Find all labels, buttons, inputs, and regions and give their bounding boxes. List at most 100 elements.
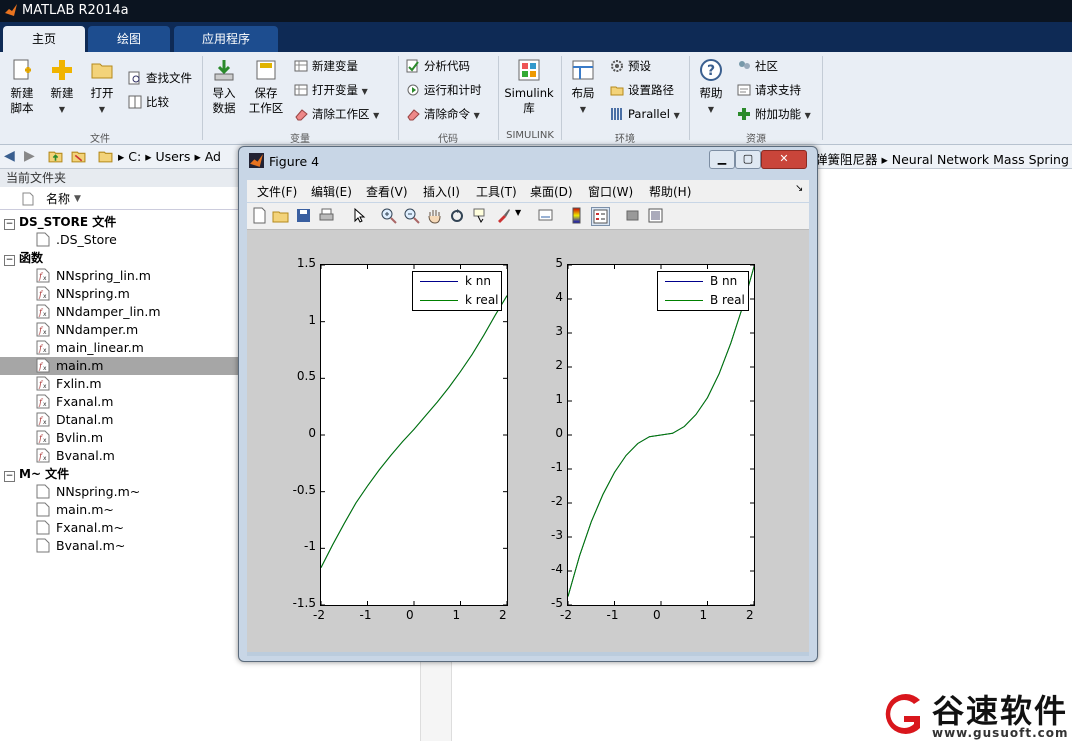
new-script-label-1: 新建 xyxy=(10,86,34,100)
simulink-library-button[interactable]: Simulink 库 xyxy=(502,58,556,116)
collapse-icon[interactable]: − xyxy=(4,219,15,230)
file-item[interactable]: .DS_Store xyxy=(36,231,238,249)
minimize-button[interactable]: ▁ xyxy=(709,150,735,169)
section-header[interactable]: − M~ 文件 xyxy=(4,465,69,483)
clear-workspace-button[interactable]: 清除工作区 ▼ xyxy=(294,105,379,123)
show-plot-tools-icon[interactable] xyxy=(647,207,664,224)
new-button[interactable]: 新建 ▼ xyxy=(46,58,78,117)
rotate-3d-icon[interactable] xyxy=(449,207,466,224)
run-and-time-button[interactable]: 运行和计时 xyxy=(406,81,482,99)
file-item[interactable]: f x Dtanal.m xyxy=(36,411,238,429)
set-path-button[interactable]: 设置路径 xyxy=(610,81,674,99)
file-item[interactable]: f x NNdamper_lin.m xyxy=(36,303,238,321)
analyze-code-button[interactable]: 分析代码 xyxy=(406,57,470,75)
file-item[interactable]: f x Bvlin.m xyxy=(36,429,238,447)
request-support-button[interactable]: 请求支持 xyxy=(737,81,801,99)
compare-button[interactable]: 比较 xyxy=(128,93,169,111)
browse-folder-icon[interactable] xyxy=(71,149,86,164)
import-data-button[interactable]: 导入 数据 xyxy=(208,58,240,116)
tab-apps[interactable]: 应用程序 xyxy=(174,26,278,52)
close-button[interactable]: ✕ xyxy=(761,150,807,169)
dock-arrow-icon[interactable]: ↘ xyxy=(795,183,803,194)
up-folder-icon[interactable] xyxy=(48,149,63,164)
data-cursor-icon[interactable] xyxy=(472,207,489,224)
menu-window[interactable]: 窗口(W) xyxy=(588,183,633,200)
pan-hand-icon[interactable] xyxy=(426,207,443,224)
file-name: Bvanal.m xyxy=(56,448,115,463)
legend-left[interactable]: k nn k real xyxy=(412,271,502,311)
breadcrumb-item[interactable]: Users xyxy=(155,149,190,164)
collapse-icon[interactable]: − xyxy=(4,471,15,482)
file-item[interactable]: f x NNspring.m xyxy=(36,285,238,303)
zoom-out-icon[interactable] xyxy=(403,207,420,224)
menu-view[interactable]: 查看(V) xyxy=(366,183,408,200)
file-item[interactable]: f x NNdamper.m xyxy=(36,321,238,339)
open-variable-button[interactable]: 打开变量 ▼ xyxy=(294,81,368,99)
new-variable-button[interactable]: 新建变量 xyxy=(294,57,358,75)
menu-desktop[interactable]: 桌面(D) xyxy=(530,183,573,200)
figure-title-bar[interactable]: Figure 4 ▁ ▢ ✕ xyxy=(239,147,817,175)
open-file-icon[interactable] xyxy=(272,207,289,224)
clear-commands-button[interactable]: 清除命令 ▼ xyxy=(406,105,480,123)
layout-button[interactable]: 布局 ▼ xyxy=(566,58,600,117)
brush-icon[interactable] xyxy=(495,207,512,224)
colorbar-icon[interactable] xyxy=(568,207,585,224)
legend-icon[interactable] xyxy=(591,207,610,226)
axes-left[interactable]: k nn k real xyxy=(320,264,508,606)
new-figure-icon[interactable] xyxy=(251,207,268,224)
function-file-icon: fx xyxy=(36,286,50,301)
svg-text:x: x xyxy=(43,311,47,318)
legend-right[interactable]: B nn B real xyxy=(657,271,749,311)
breadcrumb-item[interactable]: Ad xyxy=(205,149,221,164)
menu-insert[interactable]: 插入(I) xyxy=(423,183,460,200)
collapse-icon[interactable]: − xyxy=(4,255,15,266)
menu-help[interactable]: 帮助(H) xyxy=(649,183,691,200)
help-button[interactable]: ? 帮助 ▼ xyxy=(695,58,727,117)
print-icon[interactable] xyxy=(318,207,335,224)
section-header[interactable]: − DS_STORE 文件 xyxy=(4,213,116,231)
axes-right[interactable]: B nn B real xyxy=(567,264,755,606)
hide-plot-tools-icon[interactable] xyxy=(624,207,641,224)
file-item[interactable]: f x Fxlin.m xyxy=(36,375,238,393)
section-header[interactable]: − 函数 xyxy=(4,249,43,267)
column-name-header[interactable]: 名称 xyxy=(46,189,70,209)
menu-file[interactable]: 文件(F) xyxy=(257,183,297,200)
file-item[interactable]: Bvanal.m~ xyxy=(36,537,238,555)
add-ons-button[interactable]: 附加功能 ▼ xyxy=(737,105,811,123)
tab-plots[interactable]: 绘图 xyxy=(88,26,170,52)
new-script-button[interactable]: 新建 脚本 xyxy=(6,58,38,116)
brush-dropdown-icon[interactable]: ▼ xyxy=(515,208,523,225)
breadcrumb-item[interactable]: C: xyxy=(128,149,141,164)
file-item[interactable]: NNspring.m~ xyxy=(36,483,238,501)
preferences-button[interactable]: 预设 xyxy=(610,57,651,75)
file-item[interactable]: Fxanal.m~ xyxy=(36,519,238,537)
file-item[interactable]: f x Fxanal.m xyxy=(36,393,238,411)
file-item[interactable]: f x Bvanal.m xyxy=(36,447,238,465)
forward-arrow-icon[interactable]: ▶ xyxy=(24,148,35,164)
breadcrumb-item[interactable]: 弹簧阻尼器 xyxy=(815,152,878,167)
file-item[interactable]: f x main.m xyxy=(0,357,238,375)
back-arrow-icon[interactable]: ◀ xyxy=(4,148,15,164)
zoom-in-icon[interactable] xyxy=(380,207,397,224)
file-item[interactable]: main.m~ xyxy=(36,501,238,519)
link-plot-icon[interactable] xyxy=(537,207,554,224)
breadcrumb-item[interactable]: Neural Network Mass Spring xyxy=(892,152,1069,167)
open-button[interactable]: 打开 ▼ xyxy=(86,58,118,117)
menu-tools[interactable]: 工具(T) xyxy=(476,183,517,200)
find-files-button[interactable]: 查找文件 xyxy=(128,69,192,87)
svg-text:x: x xyxy=(43,275,47,282)
sort-down-icon[interactable]: ▼ xyxy=(74,189,81,209)
save-icon[interactable] xyxy=(295,207,312,224)
parallel-button[interactable]: Parallel ▼ xyxy=(610,105,680,123)
function-file-icon: fx xyxy=(36,340,50,355)
select-arrow-icon[interactable] xyxy=(351,207,368,224)
menu-edit[interactable]: 编辑(E) xyxy=(311,183,352,200)
tab-home[interactable]: 主页 xyxy=(3,26,85,52)
community-button[interactable]: 社区 xyxy=(737,57,778,75)
maximize-button[interactable]: ▢ xyxy=(735,150,761,169)
file-item[interactable]: f x main_linear.m xyxy=(36,339,238,357)
file-item[interactable]: f x NNspring_lin.m xyxy=(36,267,238,285)
clear-workspace-label: 清除工作区 xyxy=(312,107,370,121)
save-workspace-button[interactable]: 保存 工作区 xyxy=(246,58,286,116)
legend-entry: B nn xyxy=(658,272,748,291)
